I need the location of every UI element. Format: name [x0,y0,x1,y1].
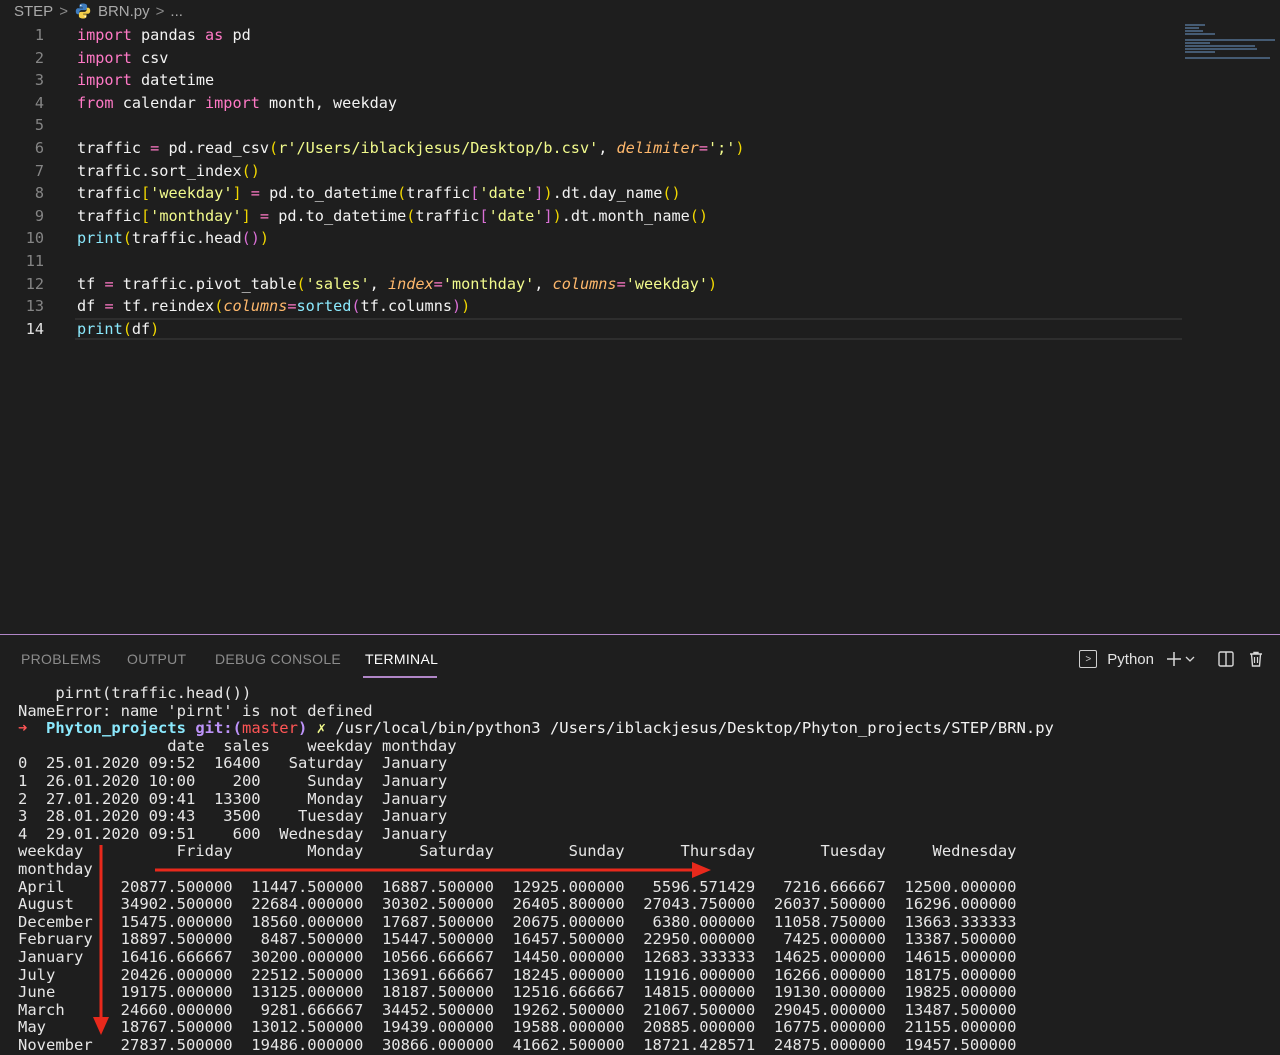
terminal-line: pirnt(traffic.head()) [18,684,252,702]
breadcrumb: STEP > BRN.py > ... [0,0,1280,22]
chevron-down-icon[interactable] [1184,649,1196,669]
terminal-icon[interactable]: > [1079,650,1098,668]
code-line[interactable]: 3 import datetime [0,69,1190,92]
line-number: 8 [34,184,44,203]
code-line[interactable]: 4 from calendar import month, weekday [0,92,1190,115]
code-text[interactable]: traffic['monthday'] = pd.to_datetime(tra… [77,205,708,228]
breadcrumb-file[interactable]: BRN.py [98,3,150,20]
chevron-right-icon: > [155,2,165,20]
line-number: 1 [34,26,44,44]
line-number: 6 [34,139,44,157]
tab-problems[interactable]: PROBLEMS [21,651,101,667]
terminal-line: June 19175.000000 13125.000000 18187.500… [18,983,1017,1002]
terminal-shell-label[interactable]: Python [1107,651,1154,668]
code-line[interactable]: 11 [0,250,1190,273]
code-text[interactable]: df = tf.reindex(columns=sorted(tf.column… [77,295,470,318]
line-number: 9 [34,206,44,225]
panel-toolbar: > Python [1079,649,1266,669]
terminal-prompt: ➜ Phyton_projects git:(master) ✗ /usr/lo… [18,719,1054,738]
code-line[interactable]: 2 import csv [0,47,1190,70]
terminal-line: monthday [18,860,93,878]
terminal-line: January 16416.666667 30200.000000 10566.… [18,948,1017,966]
tab-output[interactable]: OUTPUT [127,651,186,667]
chevron-right-icon: > [59,2,68,20]
terminal-line: date sales weekday monthday [18,736,457,755]
terminal-line: 1 26.01.2020 10:00 200 Sunday January [18,772,448,790]
terminal-line: August 34902.500000 22684.000000 30302.5… [18,895,1017,914]
terminal-output[interactable]: pirnt(traffic.head()) NameError: name 'pi… [0,684,1280,1055]
line-number: 14 [25,319,44,338]
code-line[interactable]: 14 print(df) [0,317,1190,341]
code-line[interactable]: 6 traffic = pd.read_csv(r'/Users/iblackje… [0,137,1190,160]
line-number: 11 [25,252,44,270]
terminal-line: weekday Friday Monday Saturday Sunday Th… [18,842,1017,861]
line-number: 4 [34,93,44,112]
code-text[interactable]: print(df) [77,318,159,341]
terminal-line: July 20426.000000 22512.500000 13691.666… [18,965,1017,984]
terminal-line: 0 25.01.2020 09:52 16400 Saturday Januar… [18,754,448,773]
code-line[interactable]: 12 tf = traffic.pivot_table('sales', inde… [0,273,1190,296]
line-number: 7 [34,161,44,180]
breadcrumb-folder[interactable]: STEP [14,3,53,20]
code-line[interactable]: 13 df = tf.reindex(columns=sorted(tf.colu… [0,295,1190,318]
terminal-line: 2 27.01.2020 09:41 13300 Monday January [18,789,448,808]
trash-icon[interactable] [1246,649,1266,669]
code-editor[interactable]: 1 import pandas as pd 2 import csv 3 import d… [0,24,1280,634]
code-text[interactable]: import csv [77,47,168,70]
terminal-line: November 27837.500000 19486.000000 30866… [18,1036,1017,1054]
code-text[interactable]: tf = traffic.pivot_table('sales', index=… [77,273,717,296]
terminal-line: February 18897.500000 8487.500000 15447.… [18,930,1017,949]
minimap[interactable] [1185,24,1280,60]
terminal-line: December 15475.000000 18560.000000 17687… [18,912,1017,931]
code-line[interactable]: 10 print(traffic.head()) [0,227,1190,250]
code-text[interactable]: import datetime [77,69,214,92]
code-line[interactable]: 5 [0,114,1190,137]
terminal-line: 4 29.01.2020 09:51 600 Wednesday January [18,824,448,843]
bottom-panel: PROBLEMS OUTPUT DEBUG CONSOLE TERMINAL >… [0,634,1280,1055]
split-terminal-icon[interactable] [1216,649,1236,669]
code-line[interactable]: 1 import pandas as pd [0,24,1190,47]
terminal-line: May 18767.500000 13012.500000 19439.0000… [18,1018,1017,1037]
line-number: 13 [25,297,44,316]
breadcrumb-ellipsis[interactable]: ... [170,3,183,20]
plus-icon[interactable] [1164,649,1184,669]
current-line-highlight [75,317,1182,340]
code-text[interactable]: traffic.sort_index() [77,160,260,183]
line-number: 3 [34,71,44,90]
code-line[interactable]: 9 traffic['monthday'] = pd.to_datetime(tr… [0,205,1190,228]
code-text[interactable]: traffic['weekday'] = pd.to_datetime(traf… [77,182,681,205]
code-line[interactable]: 7 traffic.sort_index() [0,160,1190,183]
tab-terminal[interactable]: TERMINAL [365,651,438,667]
code-text[interactable]: traffic = pd.read_csv(r'/Users/iblackjes… [77,137,745,160]
line-number: 10 [25,229,44,248]
line-number: 12 [25,274,44,293]
line-number: 5 [34,116,44,135]
terminal-line: NameError: name 'pirnt' is not defined [18,701,373,720]
tab-debug-console[interactable]: DEBUG CONSOLE [215,651,341,667]
code-text[interactable]: import pandas as pd [77,24,251,47]
python-file-icon [74,2,92,20]
active-tab-indicator [363,676,437,678]
terminal-line: April 20877.500000 11447.500000 16887.50… [18,877,1017,896]
terminal-line: 3 28.01.2020 09:43 3500 Tuesday January [18,807,448,826]
code-line[interactable]: 8 traffic['weekday'] = pd.to_datetime(tra… [0,182,1190,205]
vscode-window: STEP > BRN.py > ... 1 import pandas as pd… [0,0,1280,1055]
line-number: 2 [34,48,44,67]
terminal-line: March 24660.000000 9281.666667 34452.500… [18,1000,1017,1019]
code-text[interactable]: print(traffic.head()) [77,227,269,250]
code-text[interactable]: from calendar import month, weekday [77,92,397,115]
